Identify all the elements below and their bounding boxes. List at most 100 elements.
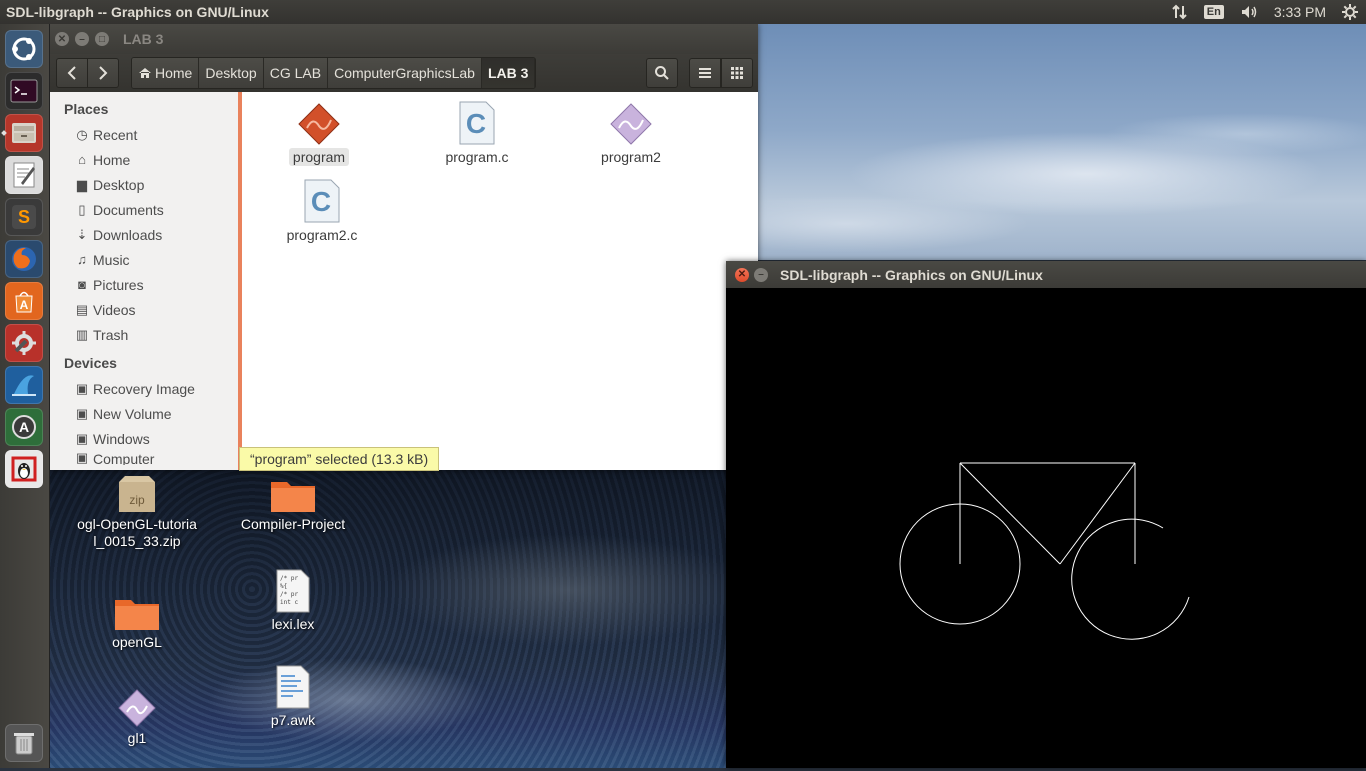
- sidebar-item-label: Documents: [93, 201, 164, 218]
- desktop-icon-gl1[interactable]: gl1: [72, 688, 202, 747]
- system-settings-icon[interactable]: [5, 324, 43, 362]
- grid-view-button[interactable]: [721, 58, 753, 88]
- chevron-left-icon: [67, 66, 76, 80]
- terminal-icon[interactable]: [5, 72, 43, 110]
- desktop-icon-label: p7.awk: [270, 712, 316, 728]
- desktop-wallpaper-sky: [726, 24, 1366, 260]
- volume-icon[interactable]: [1240, 4, 1260, 20]
- desktop-icon-p7-awk[interactable]: p7.awk: [228, 664, 358, 729]
- film-icon: ▤: [75, 301, 89, 317]
- sidebar-item-videos[interactable]: ▤ Videos: [49, 297, 238, 322]
- svg-text:int c: int c: [280, 599, 298, 606]
- file-manager-toolbar: Home Desktop CG LAB ComputerGraphicsLab …: [49, 54, 758, 92]
- search-button[interactable]: [646, 58, 678, 88]
- download-icon: ⇣: [76, 226, 88, 242]
- desktop-icon-zip[interactable]: zip ogl-OpenGL-tutorial_0015_33.zip: [72, 474, 202, 550]
- firefox-icon[interactable]: [5, 240, 43, 278]
- executable-icon: [298, 103, 340, 145]
- sidebar-item-label: Videos: [93, 301, 136, 318]
- clock[interactable]: 3:33 PM: [1274, 4, 1326, 20]
- file-label: program: [288, 148, 350, 166]
- sidebar-item-windows[interactable]: ▣ Windows: [49, 426, 238, 451]
- desktop-icon-label: ogl-OpenGL-tutorial_0015_33.zip: [77, 516, 197, 549]
- drive-icon: ▣: [75, 405, 89, 421]
- file-label: program.c: [445, 149, 509, 165]
- executable-icon: [118, 689, 156, 727]
- close-button[interactable]: ✕: [735, 267, 749, 282]
- camera-icon: ◙: [78, 277, 86, 292]
- sidebar-item-pictures[interactable]: ◙ Pictures: [49, 272, 238, 297]
- wireshark-icon[interactable]: [5, 366, 43, 404]
- sidebar-item-label: Pictures: [93, 276, 144, 293]
- svg-text:/* pr: /* pr: [280, 575, 298, 582]
- breadcrumb-desktop[interactable]: Desktop: [199, 58, 264, 88]
- sublime-text-icon[interactable]: S: [5, 198, 43, 236]
- svg-text:A: A: [19, 419, 29, 435]
- hamburger-menu-icon: [699, 68, 711, 78]
- forward-button[interactable]: [88, 58, 119, 88]
- executable-icon: [610, 103, 652, 145]
- dash-home-icon[interactable]: [5, 30, 43, 68]
- svg-text:/* pr: /* pr: [280, 591, 298, 598]
- zip-archive-icon: zip: [119, 476, 155, 512]
- sidebar-item-trash[interactable]: ▥ Trash: [49, 322, 238, 347]
- svg-text:%{: %{: [280, 583, 287, 590]
- file-item-program2-c[interactable]: C program2.c: [267, 178, 377, 244]
- breadcrumb: Home Desktop CG LAB ComputerGraphicsLab …: [131, 57, 537, 89]
- breadcrumb-home[interactable]: Home: [132, 58, 200, 88]
- sidebar-item-downloads[interactable]: ⇣ Downloads: [49, 222, 238, 247]
- svg-text:A: A: [20, 298, 29, 312]
- sidebar-item-recent[interactable]: ◷ Recent: [49, 122, 238, 147]
- c-source-icon: C: [304, 179, 340, 223]
- sidebar-item-documents[interactable]: ▯ Documents: [49, 197, 238, 222]
- sidebar-item-music[interactable]: ♫ Music: [49, 247, 238, 272]
- file-view: program C program.c program2 C program2.…: [242, 92, 758, 470]
- top-panel: SDL-libgraph -- Graphics on GNU/Linux En…: [0, 0, 1366, 24]
- maximize-button[interactable]: □: [95, 32, 109, 46]
- sidebar-item-label: Desktop: [93, 176, 145, 193]
- active-window-title: SDL-libgraph -- Graphics on GNU/Linux: [6, 4, 269, 20]
- trash-icon[interactable]: [5, 724, 43, 762]
- desktop-icon-opengl[interactable]: openGL: [72, 592, 202, 651]
- list-view-button[interactable]: [689, 58, 721, 88]
- back-button[interactable]: [56, 58, 88, 88]
- breadcrumb-label: Home: [155, 65, 193, 81]
- keyboard-layout-icon[interactable]: En: [1203, 5, 1224, 19]
- chevron-right-icon: [99, 66, 108, 80]
- keyboard-layout-label: En: [1203, 5, 1224, 19]
- file-item-program2[interactable]: program2: [576, 102, 686, 166]
- sdl-graphics-window: ✕ – SDL-libgraph -- Graphics on GNU/Linu…: [726, 261, 1366, 768]
- desktop-icon-label: lexi.lex: [271, 616, 315, 632]
- minimize-button[interactable]: –: [754, 267, 768, 282]
- sidebar-item-recovery-image[interactable]: ▣ Recovery Image: [49, 376, 238, 401]
- file-item-program-c[interactable]: C program.c: [422, 100, 532, 166]
- gnome-tux-app-icon[interactable]: [5, 450, 43, 488]
- settings-gear-icon[interactable]: [1342, 4, 1358, 20]
- down-tube: [959, 462, 1061, 565]
- close-button[interactable]: ✕: [55, 32, 69, 46]
- breadcrumb-computergraphicslab[interactable]: ComputerGraphicsLab: [328, 58, 482, 88]
- ubuntu-software-center-icon[interactable]: A: [5, 282, 43, 320]
- svg-text:zip: zip: [129, 493, 145, 507]
- network-updown-icon[interactable]: [1172, 4, 1188, 20]
- sidebar-item-computer[interactable]: ▣ Computer: [49, 451, 238, 465]
- file-manager-window: ✕ – □ LAB 3 Home Desktop CG LAB Computer…: [49, 24, 758, 471]
- folder-icon: [271, 482, 315, 512]
- clock-icon: ◷: [76, 126, 88, 142]
- file-item-program[interactable]: program: [264, 102, 374, 166]
- software-updater-icon[interactable]: A: [5, 408, 43, 446]
- sidebar-item-new-volume[interactable]: ▣ New Volume: [49, 401, 238, 426]
- sidebar-item-desktop[interactable]: ▆ Desktop: [49, 172, 238, 197]
- sidebar-item-home[interactable]: ⌂ Home: [49, 147, 238, 172]
- home-icon: [139, 68, 151, 78]
- desktop-icon-compiler-project[interactable]: Compiler-Project: [228, 474, 358, 533]
- places-heading: Places: [64, 101, 109, 117]
- sdl-window-title: SDL-libgraph -- Graphics on GNU/Linux: [780, 266, 1043, 283]
- breadcrumb-cg-lab[interactable]: CG LAB: [263, 58, 329, 88]
- minimize-button[interactable]: –: [75, 32, 89, 46]
- text-editor-icon[interactable]: [5, 156, 43, 194]
- breadcrumb-lab-3[interactable]: LAB 3: [481, 58, 536, 88]
- script-file-icon: [276, 665, 310, 709]
- desktop-icon-lexi-lex[interactable]: /* pr %{/* pr int c lexi.lex: [228, 568, 358, 633]
- files-icon[interactable]: [1, 114, 43, 152]
